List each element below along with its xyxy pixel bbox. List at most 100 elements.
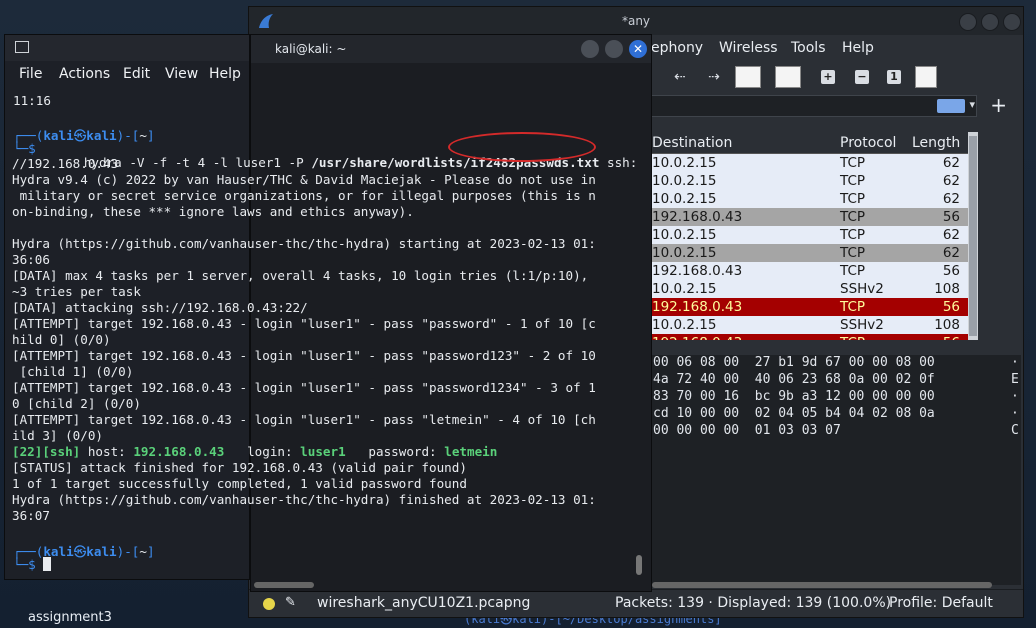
- go-to-packet-icon[interactable]: ⇠: [669, 67, 691, 87]
- close-button[interactable]: [1003, 13, 1021, 31]
- column-length[interactable]: Length: [912, 135, 960, 151]
- packet-row[interactable]: 192.168.0.43 TCP 56: [650, 334, 976, 340]
- colorize-icon[interactable]: [735, 66, 761, 88]
- packet-row[interactable]: 10.0.2.15 TCP 62: [650, 190, 976, 208]
- desktop-icon-assignment3[interactable]: assignment3: [28, 610, 112, 625]
- apply-filter-arrow-icon[interactable]: [937, 99, 965, 113]
- menu-view[interactable]: View: [165, 66, 198, 82]
- packet-length: 56: [942, 299, 960, 315]
- close-button[interactable]: ✕: [629, 40, 647, 58]
- terminal-title: kali@kali: ~: [275, 42, 347, 56]
- packet-bytes-pane[interactable]: 00 06 08 00 27 b1 9d 67 00 00 08 00 · 4a 7…: [651, 355, 1021, 585]
- maximize-button[interactable]: [981, 13, 999, 31]
- packet-row[interactable]: 192.168.0.43 TCP 56: [650, 208, 976, 226]
- prompt-dir: ~: [139, 544, 147, 559]
- zoom-out-icon[interactable]: −: [855, 70, 869, 84]
- hex-bytes: 83 70 00 16 bc 9b a3 12 00 00 00 00: [653, 389, 935, 404]
- packet-row[interactable]: 10.0.2.15 SSHv2 108: [650, 316, 976, 334]
- scrollbar-thumb[interactable]: [969, 136, 977, 336]
- menu-telephony[interactable]: ephony: [651, 40, 703, 56]
- found-host-label: host:: [80, 444, 134, 459]
- resize-columns-icon[interactable]: [915, 66, 937, 88]
- packet-row[interactable]: 10.0.2.15 SSHv2 108: [650, 280, 976, 298]
- packet-destination: 10.0.2.15: [652, 155, 717, 171]
- edit-comment-icon[interactable]: ✎: [285, 595, 296, 610]
- prompt-top-back: ┌──(kali㉿kali)-[~]: [13, 128, 155, 143]
- menu-help[interactable]: Help: [842, 40, 874, 56]
- menu-file[interactable]: File: [19, 66, 42, 82]
- packet-row[interactable]: 192.168.0.43 TCP 56: [650, 298, 976, 316]
- terminal-front-window: kali@kali: ~ ✕: [250, 34, 652, 592]
- found-login: luser1: [300, 444, 346, 459]
- terminal-front-titlebar[interactable]: kali@kali: ~ ✕: [251, 35, 651, 63]
- terminal-vscroll[interactable]: [636, 555, 642, 575]
- terminal-back-titlebar[interactable]: [5, 35, 249, 61]
- autoscroll-icon[interactable]: [775, 66, 801, 88]
- capture-filename: wireshark_anyCU10Z1.pcapng: [317, 595, 531, 611]
- terminal-output-line: [ATTEMPT] target 192.168.0.43 - login "l…: [12, 412, 596, 427]
- packet-row[interactable]: 10.0.2.15 TCP 62: [650, 244, 976, 262]
- hex-ascii: ·: [1011, 406, 1019, 421]
- terminal-output-line: hild 0] (0/0): [12, 332, 111, 347]
- packet-length: 62: [942, 173, 960, 189]
- menu-help[interactable]: Help: [209, 66, 241, 82]
- packet-row[interactable]: 10.0.2.15 TCP 62: [650, 226, 976, 244]
- normal-size-icon[interactable]: 1: [887, 70, 901, 84]
- terminal-menubar: File Actions Edit View Help: [5, 61, 249, 87]
- profile-label[interactable]: Profile: Default: [889, 595, 993, 611]
- zoom-in-icon[interactable]: +: [821, 70, 835, 84]
- packet-destination: 192.168.0.43: [652, 263, 743, 279]
- wireshark-titlebar[interactable]: *any: [249, 7, 1023, 35]
- hex-line: 00 06 08 00 27 b1 9d 67 00 00 08 00 ·: [651, 355, 1021, 372]
- hex-bytes: cd 10 00 00 02 04 05 b4 04 02 08 0a: [653, 406, 935, 421]
- hex-line: 00 00 00 00 01 03 03 07 C: [651, 423, 1021, 440]
- terminal-output-line: on-binding, these *** ignore laws and et…: [12, 204, 414, 219]
- column-destination[interactable]: Destination: [652, 135, 732, 151]
- maximize-button[interactable]: [605, 40, 623, 58]
- menu-actions[interactable]: Actions: [59, 66, 110, 82]
- packet-destination: 10.0.2.15: [652, 191, 717, 207]
- packet-list[interactable]: Destination Protocol Length 10.0.2.15 TCP…: [650, 132, 976, 340]
- packet-protocol: SSHv2: [840, 281, 884, 297]
- terminal-time: 11:16: [13, 93, 51, 108]
- minimize-button[interactable]: [581, 40, 599, 58]
- terminal-output-line: 0 [child 2] (0/0): [12, 396, 141, 411]
- minimize-button[interactable]: [959, 13, 977, 31]
- terminal-output-line: [DATA] max 4 tasks per 1 server, overall…: [12, 268, 589, 283]
- filter-dropdown-chevron-icon[interactable]: ▾: [969, 98, 975, 111]
- terminal-hscroll[interactable]: [254, 582, 314, 588]
- found-login-label: login:: [224, 444, 301, 459]
- packet-count: Packets: 139 · Displayed: 139 (100.0%): [615, 595, 892, 611]
- hex-ascii: E: [1011, 372, 1019, 387]
- packet-length: 56: [912, 335, 960, 340]
- go-last-icon[interactable]: ⇢: [703, 67, 725, 87]
- found-credentials-line: [22][ssh] host: 192.168.0.43 login: luse…: [12, 444, 497, 460]
- column-protocol[interactable]: Protocol: [840, 135, 896, 151]
- terminal-output-line: [ATTEMPT] target 192.168.0.43 - login "l…: [12, 380, 596, 395]
- packet-protocol: TCP: [840, 335, 865, 340]
- menu-wireless[interactable]: Wireless: [719, 40, 778, 56]
- packet-list-scrollbar[interactable]: [968, 132, 978, 340]
- packet-length: 62: [942, 191, 960, 207]
- packet-protocol: TCP: [840, 299, 866, 315]
- menu-edit[interactable]: Edit: [123, 66, 150, 82]
- add-filter-button[interactable]: +: [990, 93, 1007, 117]
- packet-length: 62: [942, 245, 960, 261]
- packet-length: 108: [934, 317, 960, 333]
- packet-row[interactable]: 192.168.0.43 TCP 56: [650, 262, 976, 280]
- menu-tools[interactable]: Tools: [791, 40, 826, 56]
- packet-destination: 192.168.0.43: [652, 209, 743, 225]
- packet-row[interactable]: 10.0.2.15 TCP 62: [650, 154, 976, 172]
- found-pass-label: password:: [345, 444, 445, 459]
- found-port: [22][ssh]: [12, 444, 81, 459]
- terminal-output-line: ~3 tries per task: [12, 284, 141, 299]
- wireshark-statusbar: ✎ wireshark_anyCU10Z1.pcapng Packets: 13…: [249, 589, 1023, 617]
- packet-row[interactable]: 10.0.2.15 TCP 62: [650, 172, 976, 190]
- packet-length: 62: [942, 227, 960, 243]
- packet-list-header: Destination Protocol Length: [650, 132, 976, 154]
- hex-bytes: 4a 72 40 00 40 06 23 68 0a 00 02 0f: [653, 372, 935, 387]
- capture-status-icon[interactable]: [263, 598, 275, 610]
- wordlist-highlight-circle: [448, 132, 596, 162]
- wireshark-hscroll[interactable]: [652, 582, 992, 588]
- prompt-host: kali: [86, 544, 117, 559]
